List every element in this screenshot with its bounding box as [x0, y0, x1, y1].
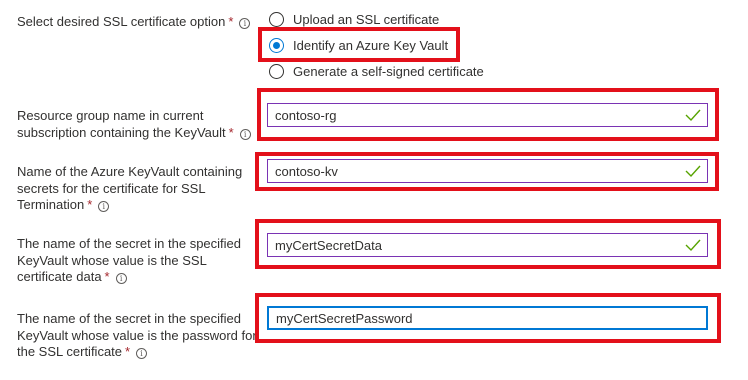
required-asterisk: * — [87, 197, 93, 212]
keyvault-name-text[interactable] — [268, 160, 684, 182]
radio-upload-ssl-certificate[interactable]: Upload an SSL certificate — [269, 10, 439, 28]
resource-group-label: Resource group name in current subscript… — [17, 108, 259, 141]
required-asterisk: * — [125, 344, 131, 359]
secret-password-label: The name of the secret in the specified … — [17, 311, 257, 359]
secret-data-text[interactable] — [268, 234, 684, 256]
info-icon[interactable]: i — [98, 201, 110, 212]
keyvault-name-label: Name of the Azure KeyVault containing se… — [17, 164, 243, 212]
info-icon[interactable]: i — [115, 273, 127, 284]
secret-password-input[interactable] — [267, 306, 708, 330]
radio-generate-self-signed-certificate[interactable]: Generate a self-signed certificate — [269, 62, 484, 80]
required-asterisk: * — [104, 269, 110, 284]
checkmark-icon — [685, 109, 701, 122]
required-asterisk: * — [228, 14, 234, 29]
required-asterisk: * — [228, 124, 234, 140]
info-icon[interactable]: i — [239, 18, 251, 29]
info-icon[interactable]: i — [136, 348, 148, 359]
radio-button-selected[interactable] — [269, 37, 284, 53]
info-icon[interactable]: i — [239, 128, 251, 140]
radio-button[interactable] — [269, 63, 284, 79]
secret-data-label: The name of the secret in the specified … — [17, 236, 242, 284]
resource-group-input[interactable] — [267, 103, 708, 127]
radio-identify-azure-key-vault[interactable]: Identify an Azure Key Vault — [269, 36, 448, 54]
checkmark-icon — [685, 165, 701, 178]
ssl-option-label: Select desired SSL certificate option * i — [17, 14, 259, 31]
checkmark-icon — [685, 239, 701, 252]
radio-button[interactable] — [269, 11, 284, 27]
resource-group-text[interactable] — [268, 104, 684, 126]
keyvault-name-input[interactable] — [267, 159, 708, 183]
secret-password-text[interactable] — [269, 308, 706, 328]
secret-data-input[interactable] — [267, 233, 708, 257]
